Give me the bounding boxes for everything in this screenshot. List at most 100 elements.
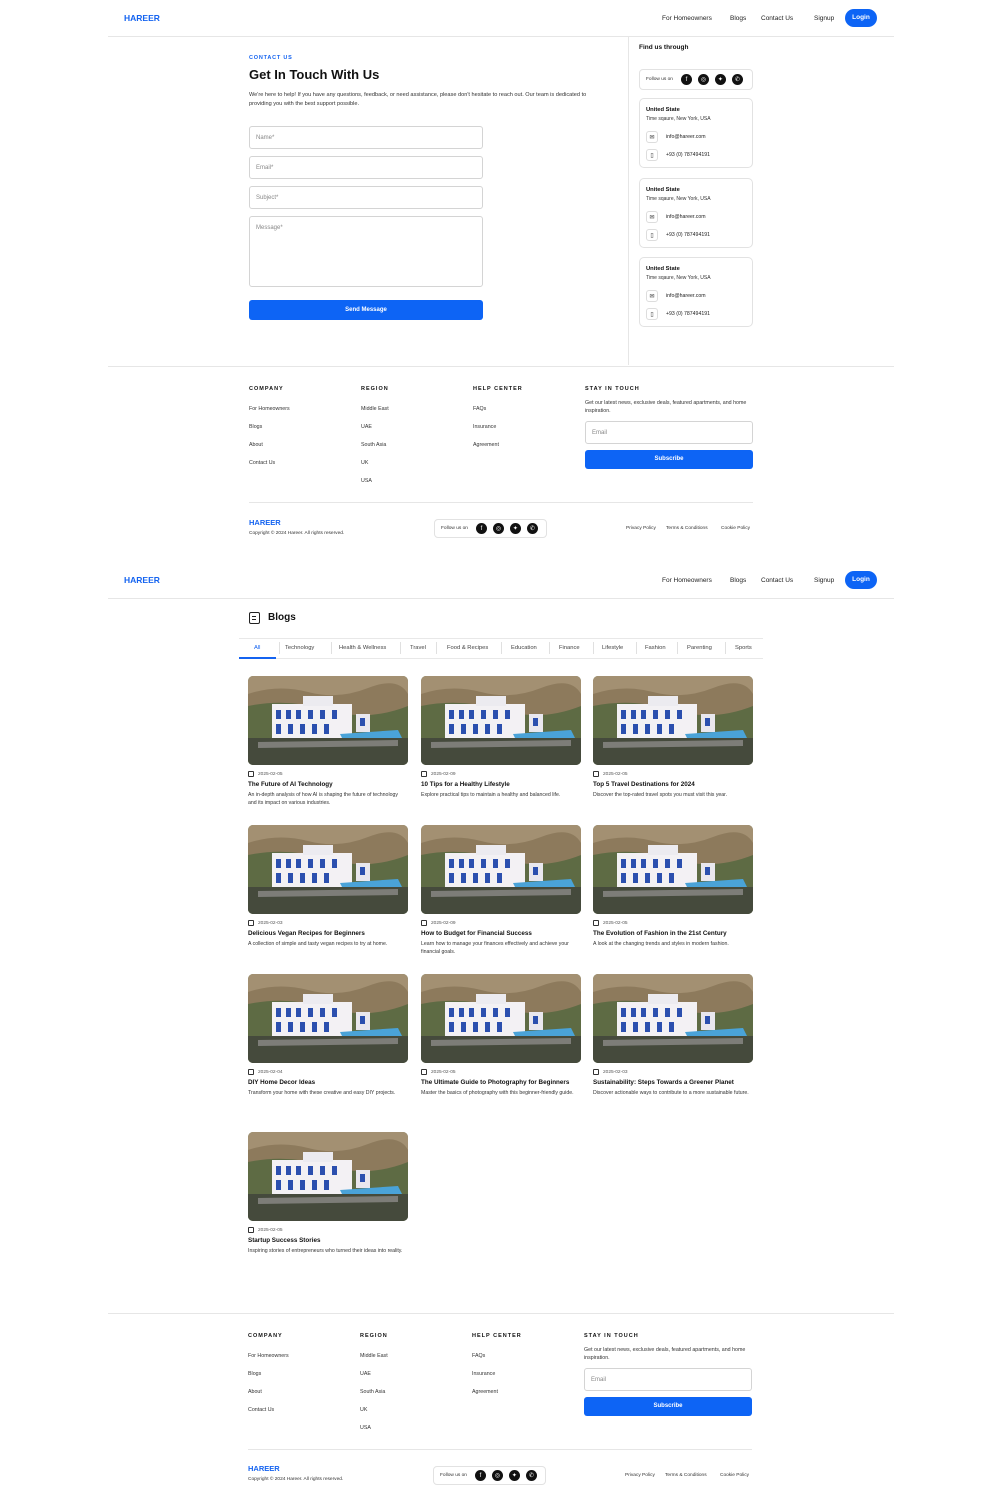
blog-card-title[interactable]: The Ultimate Guide to Photography for Be… xyxy=(421,1078,581,1087)
footer-link[interactable]: Insurance xyxy=(473,424,496,430)
facebook-icon[interactable]: f xyxy=(475,523,487,534)
tab-lifestyle[interactable]: Lifestyle xyxy=(602,645,623,651)
twitter-icon[interactable]: ✦ xyxy=(508,1470,520,1481)
blog-card-title[interactable]: Delicious Vegan Recipes for Beginners xyxy=(248,929,408,938)
tab-technology[interactable]: Technology xyxy=(285,645,314,651)
office-email[interactable]: info@hareer.com xyxy=(666,293,706,299)
footer-link[interactable]: UK xyxy=(361,460,368,466)
nav-contact-us[interactable]: Contact Us xyxy=(761,15,793,22)
footer-link[interactable]: FAQs xyxy=(473,406,486,412)
footer-link[interactable]: About xyxy=(248,1389,262,1395)
tab-fashion[interactable]: Fashion xyxy=(645,645,666,651)
office-email[interactable]: info@hareer.com xyxy=(666,134,706,140)
whatsapp-icon[interactable]: ✆ xyxy=(525,1470,537,1481)
footer-link[interactable]: South Asia xyxy=(360,1389,385,1395)
footer-link[interactable]: Insurance xyxy=(472,1371,495,1377)
footer-link[interactable]: UAE xyxy=(361,424,372,430)
blog-card[interactable]: 2025-02-05 The Future of AI Technology A… xyxy=(248,676,408,807)
blog-card[interactable]: 2025-02-05 Startup Success Stories Inspi… xyxy=(248,1132,408,1256)
footer-link[interactable]: Blogs xyxy=(249,424,262,430)
blog-card-title[interactable]: Startup Success Stories xyxy=(248,1236,408,1245)
email-field[interactable]: Email* xyxy=(249,156,483,179)
blog-card-title[interactable]: The Evolution of Fashion in the 21st Cen… xyxy=(593,929,753,938)
instagram-icon[interactable]: ◎ xyxy=(491,1470,503,1481)
tab-sports[interactable]: Sports xyxy=(735,645,752,651)
message-field[interactable]: Message* xyxy=(249,216,483,287)
privacy-link[interactable]: Privacy Policy xyxy=(626,526,656,531)
nav-signup[interactable]: Signup xyxy=(814,577,834,584)
footer-link[interactable]: USA xyxy=(360,1425,371,1431)
blog-card-title[interactable]: How to Budget for Financial Success xyxy=(421,929,581,938)
nav-blogs[interactable]: Blogs xyxy=(730,15,746,22)
instagram-icon[interactable]: ◎ xyxy=(492,523,504,534)
whatsapp-icon[interactable]: ✆ xyxy=(526,523,538,534)
blog-card-image[interactable] xyxy=(593,974,753,1063)
blog-card-title[interactable]: Sustainability: Steps Towards a Greener … xyxy=(593,1078,753,1087)
blog-card-image[interactable] xyxy=(421,974,581,1063)
blog-card[interactable]: 2025-02-05 The Ultimate Guide to Photogr… xyxy=(421,974,581,1098)
blog-card-image[interactable] xyxy=(248,825,408,914)
footer-link[interactable]: For Homeowners xyxy=(248,1353,289,1359)
blog-card[interactable]: 2025-02-05 Top 5 Travel Destinations for… xyxy=(593,676,753,800)
brand-logo[interactable]: HAREER xyxy=(124,13,160,23)
blog-card[interactable]: 2025-02-09 How to Budget for Financial S… xyxy=(421,825,581,956)
login-button[interactable]: Login xyxy=(845,9,877,27)
blog-card-title[interactable]: The Future of AI Technology xyxy=(248,780,408,789)
blog-card[interactable]: 2025-02-05 The Evolution of Fashion in t… xyxy=(593,825,753,949)
whatsapp-icon[interactable]: ✆ xyxy=(731,74,743,85)
blog-card[interactable]: 2025-02-03 Sustainability: Steps Towards… xyxy=(593,974,753,1098)
twitter-icon[interactable]: ✦ xyxy=(509,523,521,534)
tab-food-recipes[interactable]: Food & Recipes xyxy=(447,645,488,651)
tab-health-wellness[interactable]: Health & Wellness xyxy=(339,645,386,651)
send-message-button[interactable]: Send Message xyxy=(249,300,483,320)
blog-card[interactable]: 2025-02-04 DIY Home Decor Ideas Transfor… xyxy=(248,974,408,1098)
blog-card-title[interactable]: 10 Tips for a Healthy Lifestyle xyxy=(421,780,581,789)
footer-link[interactable]: USA xyxy=(361,478,372,484)
blog-card-image[interactable] xyxy=(593,825,753,914)
office-phone[interactable]: +93 (0) 787494191 xyxy=(666,311,710,317)
blog-card-image[interactable] xyxy=(248,676,408,765)
office-phone[interactable]: +93 (0) 787494191 xyxy=(666,232,710,238)
footer-link[interactable]: Contact Us xyxy=(248,1407,274,1413)
tab-all[interactable]: All xyxy=(254,645,260,651)
nav-signup[interactable]: Signup xyxy=(814,15,834,22)
subscribe-email-input[interactable]: Email xyxy=(585,421,753,444)
blog-card[interactable]: 2025-02-09 10 Tips for a Healthy Lifesty… xyxy=(421,676,581,800)
blog-card-image[interactable] xyxy=(421,676,581,765)
tab-finance[interactable]: Finance xyxy=(559,645,580,651)
login-button[interactable]: Login xyxy=(845,571,877,589)
footer-link[interactable]: Middle East xyxy=(361,406,389,412)
tab-travel[interactable]: Travel xyxy=(410,645,426,651)
cookie-link[interactable]: Cookie Policy xyxy=(721,526,750,531)
subscribe-button[interactable]: Subscribe xyxy=(585,450,753,469)
footer-link[interactable]: Middle East xyxy=(360,1353,388,1359)
terms-link[interactable]: Terms & Conditions xyxy=(665,1473,707,1478)
footer-logo[interactable]: HAREER xyxy=(249,518,281,527)
blog-card-title[interactable]: DIY Home Decor Ideas xyxy=(248,1078,408,1087)
blog-card-title[interactable]: Top 5 Travel Destinations for 2024 xyxy=(593,780,753,789)
subscribe-button[interactable]: Subscribe xyxy=(584,1397,752,1416)
footer-link[interactable]: For Homeowners xyxy=(249,406,290,412)
tab-education[interactable]: Education xyxy=(511,645,537,651)
footer-link[interactable]: About xyxy=(249,442,263,448)
terms-link[interactable]: Terms & Conditions xyxy=(666,526,708,531)
cookie-link[interactable]: Cookie Policy xyxy=(720,1473,749,1478)
twitter-icon[interactable]: ✦ xyxy=(714,74,726,85)
footer-link[interactable]: South Asia xyxy=(361,442,386,448)
subscribe-email-input[interactable]: Email xyxy=(584,1368,752,1391)
name-field[interactable]: Name* xyxy=(249,126,483,149)
footer-link[interactable]: Agreement xyxy=(473,442,499,448)
footer-link[interactable]: UK xyxy=(360,1407,367,1413)
footer-link[interactable]: Agreement xyxy=(472,1389,498,1395)
blog-card[interactable]: 2025-02-03 Delicious Vegan Recipes for B… xyxy=(248,825,408,949)
instagram-icon[interactable]: ◎ xyxy=(697,74,709,85)
footer-link[interactable]: UAE xyxy=(360,1371,371,1377)
office-phone[interactable]: +93 (0) 787494191 xyxy=(666,152,710,158)
blog-card-image[interactable] xyxy=(248,974,408,1063)
nav-blogs[interactable]: Blogs xyxy=(730,577,746,584)
nav-for-homeowners[interactable]: For Homeowners xyxy=(662,15,712,22)
facebook-icon[interactable]: f xyxy=(474,1470,486,1481)
office-email[interactable]: info@hareer.com xyxy=(666,214,706,220)
privacy-link[interactable]: Privacy Policy xyxy=(625,1473,655,1478)
nav-for-homeowners[interactable]: For Homeowners xyxy=(662,577,712,584)
